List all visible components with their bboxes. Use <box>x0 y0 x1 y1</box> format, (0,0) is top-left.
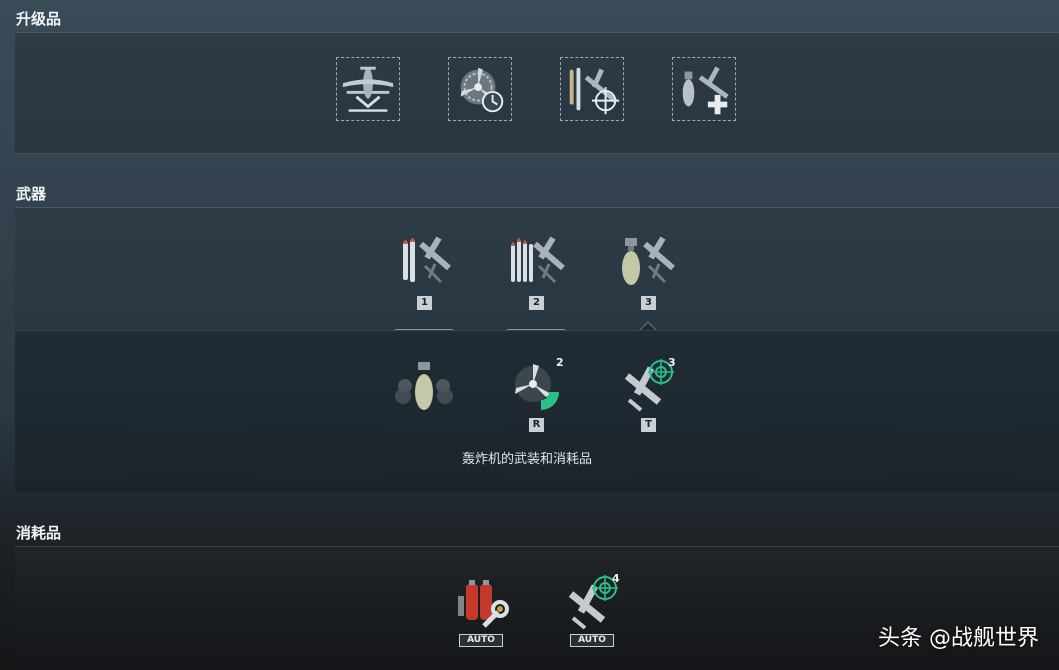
weapon-slot-3[interactable] <box>619 232 677 290</box>
bomber-loadout-item-1[interactable] <box>395 356 453 414</box>
weapon-slot-1[interactable] <box>395 232 453 290</box>
rocket-attack-aircraft-icon <box>403 236 451 284</box>
section-title-upgrades: 升级品 <box>16 10 62 28</box>
consumable-2-auto-badge: AUTO <box>570 634 614 647</box>
upgrade-slot-4[interactable] <box>672 57 736 121</box>
section-title-consumables: 消耗品 <box>16 524 62 542</box>
upgrade-slot-1[interactable] <box>336 57 400 121</box>
smoke-bomb-icon <box>395 362 453 410</box>
torpedo-bomber-icon <box>511 236 565 284</box>
weapon-badge-2: 2 <box>529 296 544 310</box>
dive-bomber-icon <box>622 236 675 285</box>
engine-boost-count: 2 <box>556 356 564 369</box>
torpedo-aiming-icon <box>569 67 620 115</box>
upgrade-slot-2[interactable] <box>448 57 512 121</box>
damage-control-party-icon <box>458 580 509 628</box>
fighter-patrol-hotkey: T <box>641 418 656 432</box>
consumable-slot-1[interactable] <box>452 574 510 632</box>
weapon-badge-1: 1 <box>417 296 432 310</box>
aircraft-landing-icon <box>342 66 394 112</box>
engine-cooldown-icon <box>460 67 504 113</box>
weapon-badge-3: 3 <box>641 296 656 310</box>
consumable-1-auto-badge: AUTO <box>459 634 503 647</box>
upgrade-slot-3[interactable] <box>560 57 624 121</box>
fighter-patrol-count: 3 <box>668 356 676 369</box>
upgrades-panel <box>15 32 1059 154</box>
engine-boost-hotkey: R <box>529 418 544 432</box>
weapon-slot-2[interactable] <box>507 232 565 290</box>
bomber-loadout-caption: 轰炸机的武装和消耗品 <box>462 452 593 467</box>
watermark: 头条 @战舰世界 <box>878 626 1039 651</box>
section-title-weapons: 武器 <box>16 185 47 203</box>
bomber-hp-icon <box>682 66 729 115</box>
catapult-fighter-count: 4 <box>612 572 620 585</box>
